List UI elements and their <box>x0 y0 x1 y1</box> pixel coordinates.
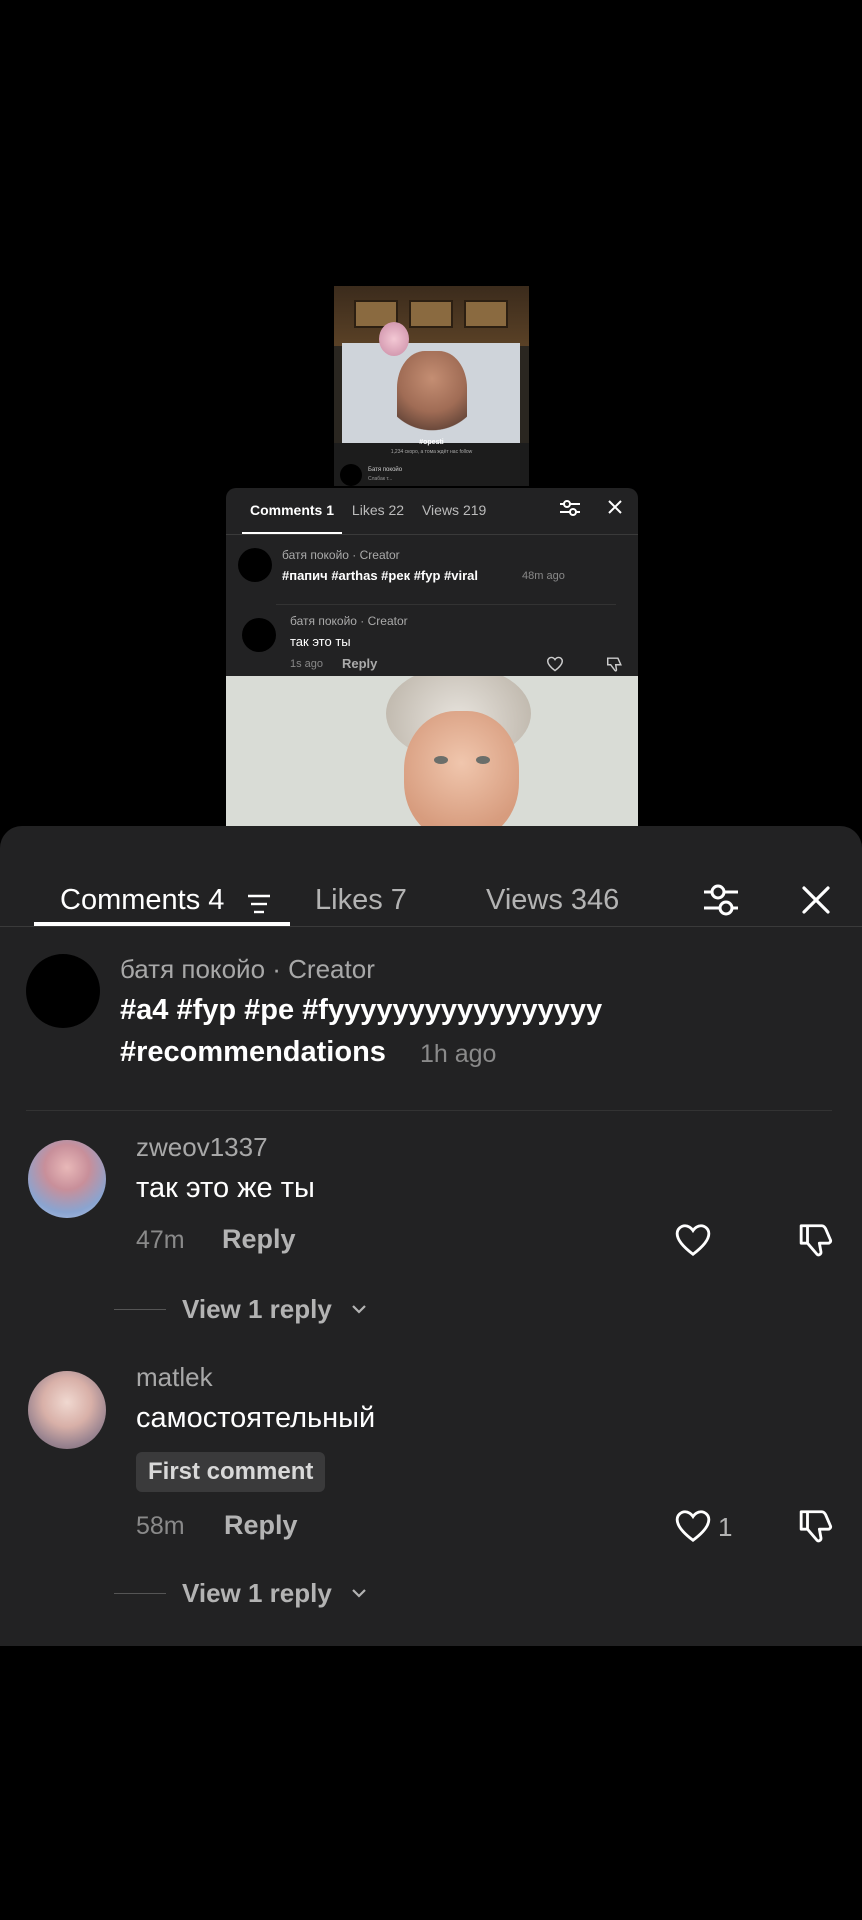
mid-avatar-2 <box>242 618 276 652</box>
mid-tab-likes: Likes 22 <box>351 502 405 518</box>
mid-tab-comments: Comments 1 <box>250 502 335 518</box>
creator-caption-line1: #a4 #fyp #pe #fyyyyyyyyyyyyyyyyy <box>120 994 603 1026</box>
mid-comment-time-1: 48m ago <box>522 570 565 582</box>
tab-comments[interactable]: Comments 4 <box>60 884 224 917</box>
dislike-icon[interactable] <box>798 1222 836 1258</box>
mid-avatar-1 <box>238 548 272 582</box>
heart-icon[interactable] <box>674 1508 712 1544</box>
view-replies-button[interactable]: View 1 reply <box>182 1294 332 1325</box>
comment-author[interactable]: zweov1337 <box>136 1132 268 1163</box>
view-replies-button[interactable]: View 1 reply <box>182 1578 332 1609</box>
close-icon[interactable] <box>800 884 832 916</box>
mid-heart-icon <box>546 656 564 672</box>
mini-video-title: #opesti <box>419 439 444 446</box>
mid-tab-views: Views 219 <box>421 502 487 518</box>
reply-button[interactable]: Reply <box>222 1224 296 1255</box>
mini-comment-name: Батя покойо <box>368 467 403 473</box>
mid-comment-name-1: батя покойо · Creator <box>282 548 400 562</box>
mid-comment-text-1: #папич #arthas #рек #fyp #viral <box>282 568 479 583</box>
mid-comment-name-2: батя покойо · Creator <box>290 614 408 628</box>
commenter-avatar[interactable] <box>28 1140 106 1218</box>
dislike-icon[interactable] <box>798 1508 836 1544</box>
creator-name[interactable]: батя покойо · Creator <box>120 954 375 985</box>
tab-views[interactable]: Views 346 <box>486 884 619 917</box>
filter-icon[interactable] <box>700 880 742 920</box>
creator-caption-line2: #recommendations <box>120 1036 386 1068</box>
tab-bar: Comments 4 Likes 7 Views 346 <box>0 854 862 917</box>
mini-comment-text: Слабак т... <box>368 476 393 482</box>
mid-comment-text-2: так это ты <box>290 634 351 649</box>
comment-text: самостоятельный <box>136 1402 376 1434</box>
comment-time: 47m <box>136 1226 185 1254</box>
heart-icon[interactable] <box>674 1222 712 1258</box>
nested-video-preview: #opesti 1,234 скоро, а тома ждёт нас fol… <box>334 286 529 486</box>
creator-caption-time: 1h ago <box>420 1040 497 1068</box>
mid-reply-label: Reply <box>342 656 378 671</box>
sort-icon[interactable] <box>246 893 272 915</box>
mini-avatar <box>340 464 362 486</box>
mid-close-icon <box>608 500 622 514</box>
comment-author[interactable]: matlek <box>136 1362 213 1393</box>
creator-avatar[interactable] <box>26 954 100 1028</box>
nested-video-frame <box>226 676 638 826</box>
tab-likes[interactable]: Likes 7 <box>315 884 407 917</box>
comment-time: 58m <box>136 1512 185 1540</box>
like-count: 1 <box>718 1512 733 1542</box>
nested-comments-panel: Comments 1 Likes 22 Views 219 батя покой… <box>226 488 638 676</box>
mid-dislike-icon <box>607 657 622 672</box>
comment-text: так это же ты <box>136 1172 315 1204</box>
chevron-down-icon[interactable] <box>350 1586 368 1600</box>
commenter-avatar[interactable] <box>28 1371 106 1449</box>
comments-sheet: Comments 4 Likes 7 Views 346 батя покойо… <box>0 826 862 1646</box>
mid-filter-icon <box>560 500 580 516</box>
first-comment-badge: First comment <box>136 1452 326 1492</box>
mid-comment-time-2: 1s ago <box>290 658 324 670</box>
chevron-down-icon[interactable] <box>350 1302 368 1316</box>
reply-button[interactable]: Reply <box>224 1510 298 1541</box>
mini-video-subtitle: 1,234 скоро, а тома ждёт нас follow <box>390 449 473 455</box>
